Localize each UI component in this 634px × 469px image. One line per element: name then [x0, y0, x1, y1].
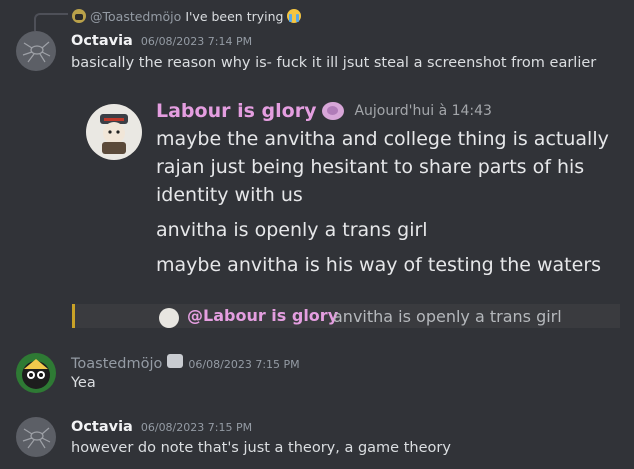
- quote-username: @Labour is glory: [187, 306, 339, 325]
- spider-doodle-icon: [22, 41, 51, 63]
- rose-icon: [322, 102, 345, 120]
- screenshot-line: maybe the anvitha and college thing is a…: [156, 128, 609, 150]
- sob-emoji-icon: [287, 9, 302, 23]
- reply-preview[interactable]: @Toastedmöjo I've been trying: [72, 6, 302, 26]
- message-text: Yea: [71, 375, 96, 391]
- soldier-avatar-icon: [100, 114, 128, 154]
- author-name[interactable]: Toastedmöjo: [71, 356, 162, 372]
- reply-connector: [34, 13, 68, 31]
- avatar[interactable]: [16, 353, 56, 393]
- reply-username[interactable]: @Toastedmöjo: [90, 9, 181, 24]
- character-avatar-icon: [22, 359, 50, 389]
- author-name[interactable]: Octavia: [71, 419, 133, 435]
- message-text: however do note that's just a theory, a …: [71, 440, 451, 456]
- timestamp: 06/08/2023 7:15 PM: [188, 358, 300, 371]
- screenshot-attachment[interactable]: Labour is glory Aujourd'hui à 14:43 mayb…: [72, 92, 628, 330]
- screenshot-line: rajan just being hesitant to share parts…: [156, 156, 585, 178]
- screenshot-reply-quote: @Labour is glory anvitha is openly a tra…: [72, 304, 620, 328]
- screenshot-header: Labour is glory Aujourd'hui à 14:43: [156, 100, 492, 122]
- screenshot-line: maybe anvitha is his way of testing the …: [156, 254, 602, 276]
- message-text: basically the reason why is- fuck it ill…: [71, 55, 597, 71]
- screenshot-timestamp: Aujourd'hui à 14:43: [354, 103, 492, 119]
- quote-text: anvitha is openly a trans girl: [333, 307, 562, 326]
- avatar[interactable]: [16, 417, 56, 457]
- message-header: Toastedmöjo 06/08/2023 7:15 PM: [71, 354, 300, 372]
- screenshot-line: anvitha is openly a trans girl: [156, 219, 428, 241]
- avatar[interactable]: [16, 31, 56, 71]
- timestamp: 06/08/2023 7:14 PM: [140, 35, 253, 48]
- author-name[interactable]: Octavia: [71, 33, 133, 49]
- role-badge-icon: [167, 354, 184, 368]
- quote-avatar: [159, 308, 179, 328]
- screenshot-avatar: [86, 104, 142, 160]
- message-header: Octavia 06/08/2023 7:14 PM: [71, 33, 252, 49]
- screenshot-line: identity with us: [156, 184, 303, 206]
- timestamp: 06/08/2023 7:15 PM: [140, 421, 253, 434]
- message-header: Octavia 06/08/2023 7:15 PM: [71, 419, 252, 435]
- reply-text: I've been trying: [185, 8, 284, 24]
- spider-doodle-icon: [22, 427, 51, 449]
- screenshot-author: Labour is glory: [156, 100, 317, 122]
- reply-avatar: [72, 9, 86, 23]
